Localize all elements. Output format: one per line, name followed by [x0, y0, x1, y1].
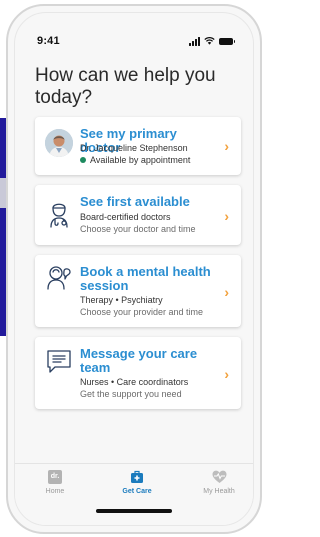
card-message-care-team[interactable]: Message your care team Nurses • Care coo…: [35, 337, 241, 409]
tab-home[interactable]: dr. Home: [20, 470, 90, 495]
doctor-stethoscope-icon: [45, 201, 73, 229]
doctor-name: Dr. Jacqueline Stephenson: [80, 143, 188, 153]
card-subtitle: Nurses • Care coordinators: [80, 377, 189, 387]
tab-get-care[interactable]: Get Care: [102, 470, 172, 495]
battery-icon: [219, 37, 235, 45]
card-title: Book a mental health session: [80, 264, 211, 293]
chevron-right-icon: ›: [224, 138, 229, 154]
card-first-available[interactable]: See first available Board-certified doct…: [35, 185, 241, 245]
page-title: How can we help you today?: [35, 65, 216, 108]
card-primary-doctor[interactable]: See my primary doctor Dr. Jacqueline Ste…: [35, 117, 241, 175]
tab-label: My Health: [203, 488, 235, 495]
wifi-icon: [204, 37, 215, 45]
tab-label: Get Care: [122, 488, 152, 495]
app-screen: 9:41 How can we help you today? See my p…: [14, 12, 254, 526]
availability-status: Available by appointment: [80, 155, 190, 166]
card-subtitle: Board-certified doctors: [80, 212, 171, 222]
available-status-dot: [80, 157, 86, 163]
card-description: Choose your provider and time: [80, 307, 204, 317]
tab-label: Home: [45, 488, 65, 495]
tab-my-health[interactable]: My Health: [184, 470, 253, 495]
signal-icon: [189, 36, 200, 46]
home-indicator[interactable]: [96, 509, 172, 513]
card-title: Message your care team: [80, 346, 198, 375]
status-time: 9:41: [37, 35, 60, 47]
card-mental-health[interactable]: Book a mental health session Therapy • P…: [35, 255, 241, 327]
chevron-right-icon: ›: [224, 208, 229, 224]
status-icons: [189, 36, 235, 46]
logo-text: dr.: [50, 473, 60, 480]
bottom-tab-bar: dr. Home Get Care My Health: [15, 463, 253, 525]
phone-frame: 9:41 How can we help you today? See my p…: [6, 4, 262, 534]
chevron-right-icon: ›: [224, 366, 229, 382]
dr-logo-icon: dr.: [48, 470, 62, 484]
doctor-avatar: [45, 129, 73, 157]
message-icon: [45, 347, 73, 375]
card-subtitle: Therapy • Psychiatry: [80, 295, 163, 305]
mental-health-icon: [45, 263, 73, 291]
medical-bag-icon: [131, 470, 143, 483]
card-description: Get the support you need: [80, 389, 182, 399]
card-title: See first available: [80, 194, 190, 209]
heart-pulse-icon: [212, 470, 226, 483]
chevron-right-icon: ›: [224, 284, 229, 300]
status-bar: 9:41: [15, 13, 253, 53]
card-description: Choose your doctor and time: [80, 224, 196, 234]
availability-label: Available by appointment: [90, 155, 191, 165]
